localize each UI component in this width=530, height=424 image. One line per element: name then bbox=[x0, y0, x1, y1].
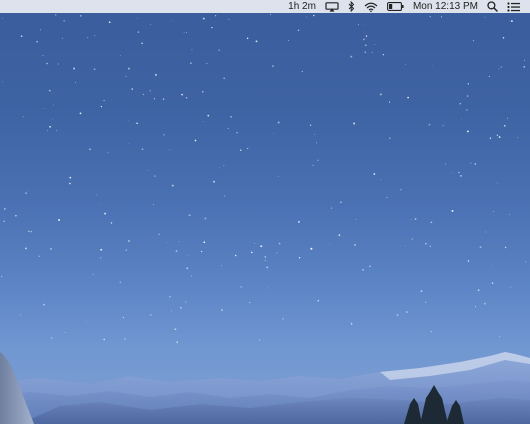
menu-bar-clock[interactable]: Mon 12:13 PM bbox=[413, 0, 478, 13]
desktop[interactable]: 1h 2m Mon 12:13 PM bbox=[0, 0, 530, 424]
wifi-menu[interactable] bbox=[364, 0, 378, 13]
spotlight-search-icon bbox=[487, 1, 498, 12]
notification-center-button[interactable] bbox=[507, 0, 520, 13]
battery-time-text: 1h 2m bbox=[288, 1, 316, 12]
clock-text: Mon 12:13 PM bbox=[412, 1, 478, 12]
desktop-wallpaper bbox=[0, 14, 530, 424]
airplay-icon bbox=[325, 1, 339, 12]
battery-time-remaining[interactable]: 1h 2m bbox=[288, 0, 316, 13]
spotlight-button[interactable] bbox=[487, 0, 498, 13]
stars bbox=[1, 14, 527, 343]
wifi-icon bbox=[364, 2, 378, 12]
notification-center-icon bbox=[507, 1, 520, 12]
bluetooth-icon bbox=[348, 1, 355, 12]
battery-icon bbox=[387, 2, 404, 11]
battery-menu[interactable] bbox=[387, 0, 404, 13]
bluetooth-menu[interactable] bbox=[348, 0, 355, 13]
menu-bar: 1h 2m Mon 12:13 PM bbox=[0, 0, 530, 13]
airplay-menu[interactable] bbox=[325, 0, 339, 13]
